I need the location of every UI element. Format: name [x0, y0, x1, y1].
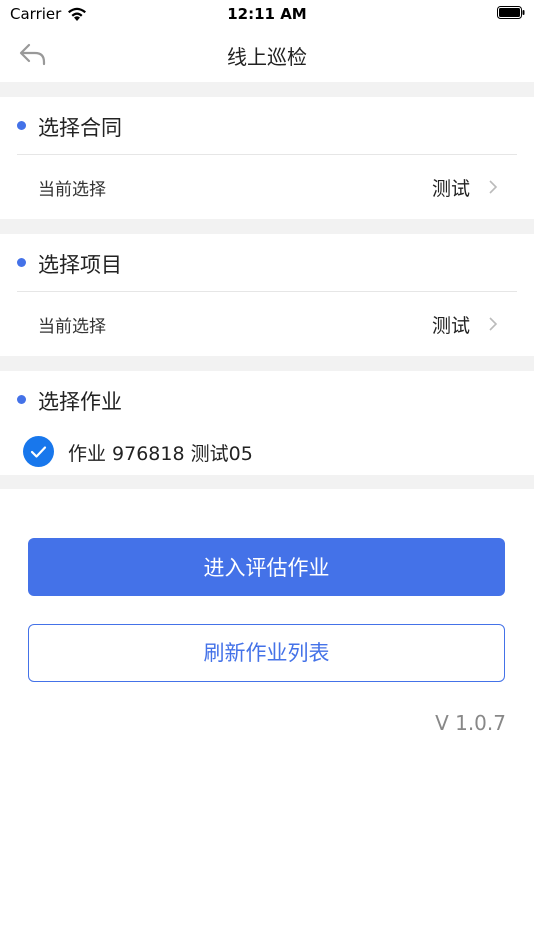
refresh-job-list-button[interactable]: 刷新作业列表 [28, 624, 505, 682]
enter-assessment-button[interactable]: 进入评估作业 [28, 538, 505, 596]
version-label: V 1.0.7 [435, 711, 506, 735]
project-section-header: 选择项目 [0, 234, 534, 292]
nav-bar: 线上巡检 [0, 28, 534, 82]
job-section-title: 选择作业 [38, 390, 122, 414]
section-gap [0, 356, 534, 371]
checkmark-circle-icon[interactable] [23, 436, 54, 467]
contract-row-label: 当前选择 [38, 180, 106, 200]
project-row-value: 测试 [431, 315, 470, 337]
contract-section-header: 选择合同 [0, 97, 534, 155]
contract-section: 选择合同 当前选择 测试 [0, 97, 534, 219]
status-time: 12:11 AM [227, 5, 307, 23]
battery-icon [497, 6, 525, 19]
section-gap [0, 475, 534, 489]
contract-section-title: 选择合同 [38, 116, 122, 140]
status-bar: Carrier 12:11 AM [0, 0, 534, 28]
page-title: 线上巡检 [227, 45, 307, 69]
project-section: 选择项目 当前选择 测试 [0, 234, 534, 356]
project-select-row[interactable]: 当前选择 测试 [0, 292, 534, 356]
project-section-title: 选择项目 [38, 253, 122, 277]
bullet-dot [17, 258, 26, 267]
bullet-dot [17, 121, 26, 130]
job-list-item[interactable]: 作业 976818 测试05 [0, 429, 534, 475]
section-gap [0, 82, 534, 97]
contract-row-value: 测试 [431, 178, 470, 200]
job-item-label: 作业 976818 测试05 [68, 443, 253, 465]
project-row-label: 当前选择 [38, 317, 106, 337]
contract-select-row[interactable]: 当前选择 测试 [0, 155, 534, 219]
bullet-dot [17, 395, 26, 404]
chevron-right-icon [489, 180, 498, 194]
section-gap [0, 219, 534, 234]
chevron-right-icon [489, 317, 498, 331]
job-section: 选择作业 作业 976818 测试05 [0, 371, 534, 475]
job-section-header: 选择作业 [0, 371, 534, 429]
